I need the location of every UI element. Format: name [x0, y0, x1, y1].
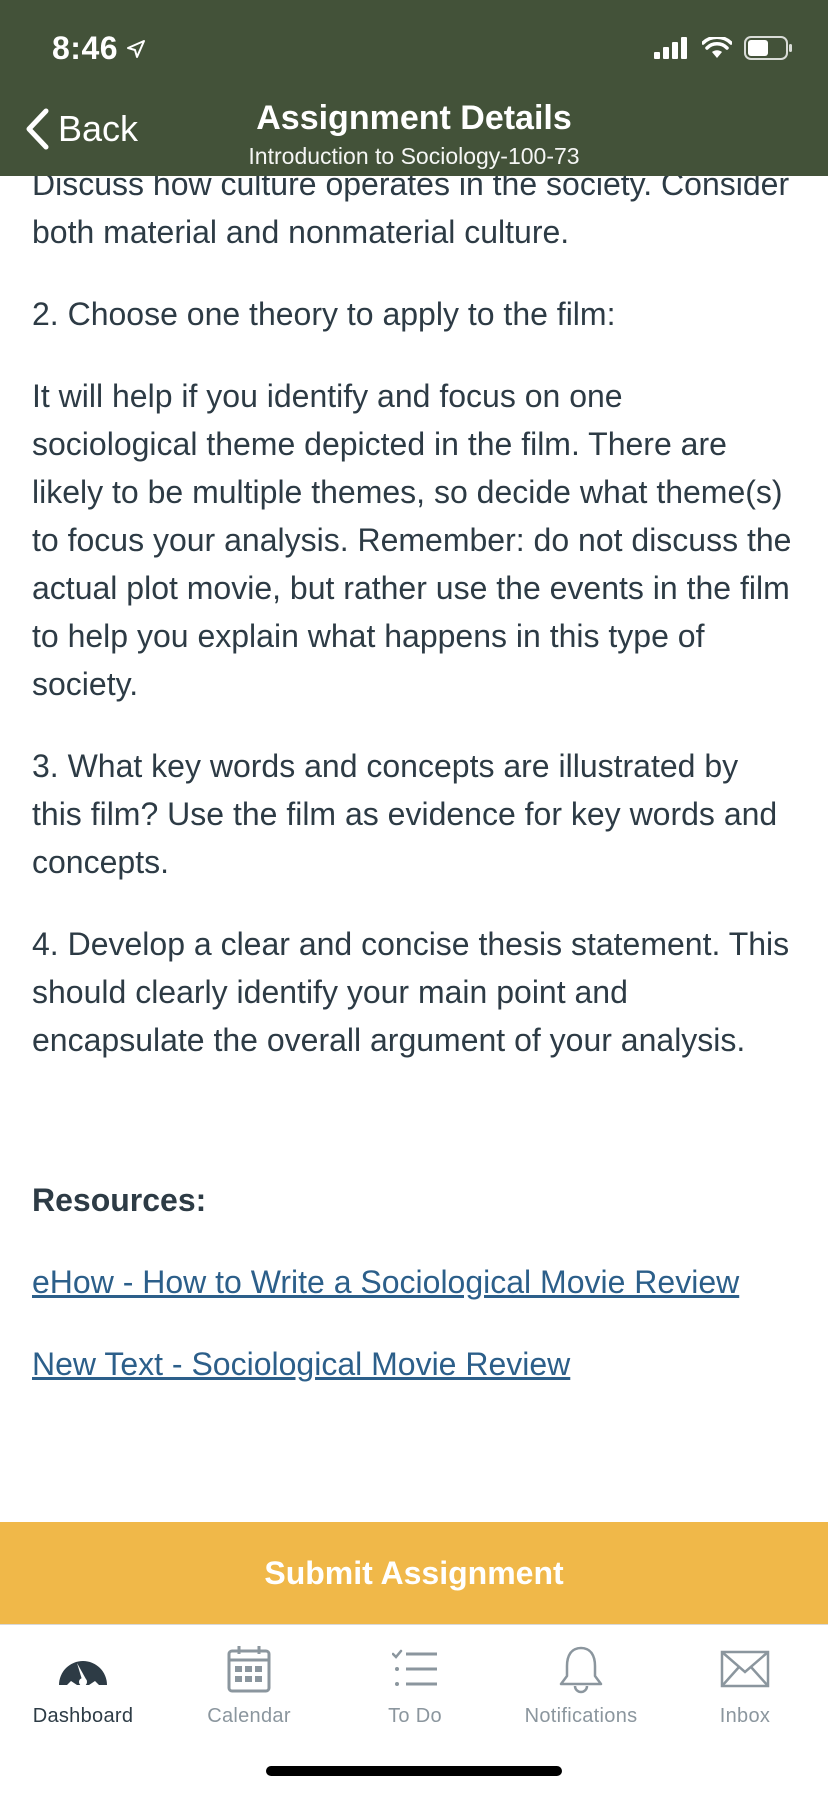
home-indicator[interactable] [266, 1766, 562, 1776]
page-title: Assignment Details [256, 99, 572, 137]
tab-notifications[interactable]: Notifications [498, 1639, 664, 1728]
description-paragraph: 3. What key words and concepts are illus… [32, 748, 778, 880]
app-header: 8:46 Back Assignment Details Introductio… [0, 0, 828, 176]
description-paragraph: It will help if you identify and focus o… [32, 378, 792, 702]
wifi-icon [702, 37, 732, 58]
title-block: Assignment Details Introduction to Socio… [0, 98, 828, 170]
course-subtitle: Introduction to Sociology-100-73 [248, 143, 580, 169]
resources-heading: Resources: [32, 1182, 207, 1218]
resource-link-ehow[interactable]: eHow - How to Write a Sociological Movie… [32, 1258, 739, 1306]
tab-dashboard-label: Dashboard [32, 1705, 134, 1727]
tab-notifications-label: Notifications [524, 1705, 638, 1727]
status-time-label: 8:46 [52, 30, 119, 66]
status-time: 8:46 [52, 30, 146, 67]
location-arrow-icon [127, 39, 146, 58]
tab-calendar-label: Calendar [207, 1705, 291, 1727]
assignment-description: Discuss how culture operates in the soci… [32, 160, 796, 1422]
tab-todo[interactable]: To Do [332, 1639, 498, 1728]
calendar-icon [227, 1646, 271, 1693]
todo-icon [392, 1649, 437, 1686]
tab-inbox-label: Inbox [719, 1705, 771, 1727]
description-paragraph: 2. Choose one theory to apply to the fil… [32, 296, 616, 332]
resource-link-new-text[interactable]: New Text - Sociological Movie Review [32, 1340, 570, 1388]
cellular-signal-icon [654, 37, 687, 59]
tab-todo-label: To Do [388, 1705, 442, 1727]
description-paragraph: 4. Develop a clear and concise thesis st… [32, 926, 790, 1058]
battery-icon [744, 36, 792, 60]
tab-inbox[interactable]: Inbox [662, 1639, 828, 1728]
tab-calendar[interactable]: Calendar [166, 1639, 332, 1728]
status-indicators [654, 36, 794, 60]
tab-dashboard[interactable]: Dashboard [0, 1639, 166, 1728]
mail-icon [720, 1650, 770, 1688]
submit-assignment-button[interactable]: Submit Assignment [0, 1522, 828, 1624]
dashboard-icon [59, 1661, 107, 1686]
bell-icon [559, 1646, 603, 1694]
